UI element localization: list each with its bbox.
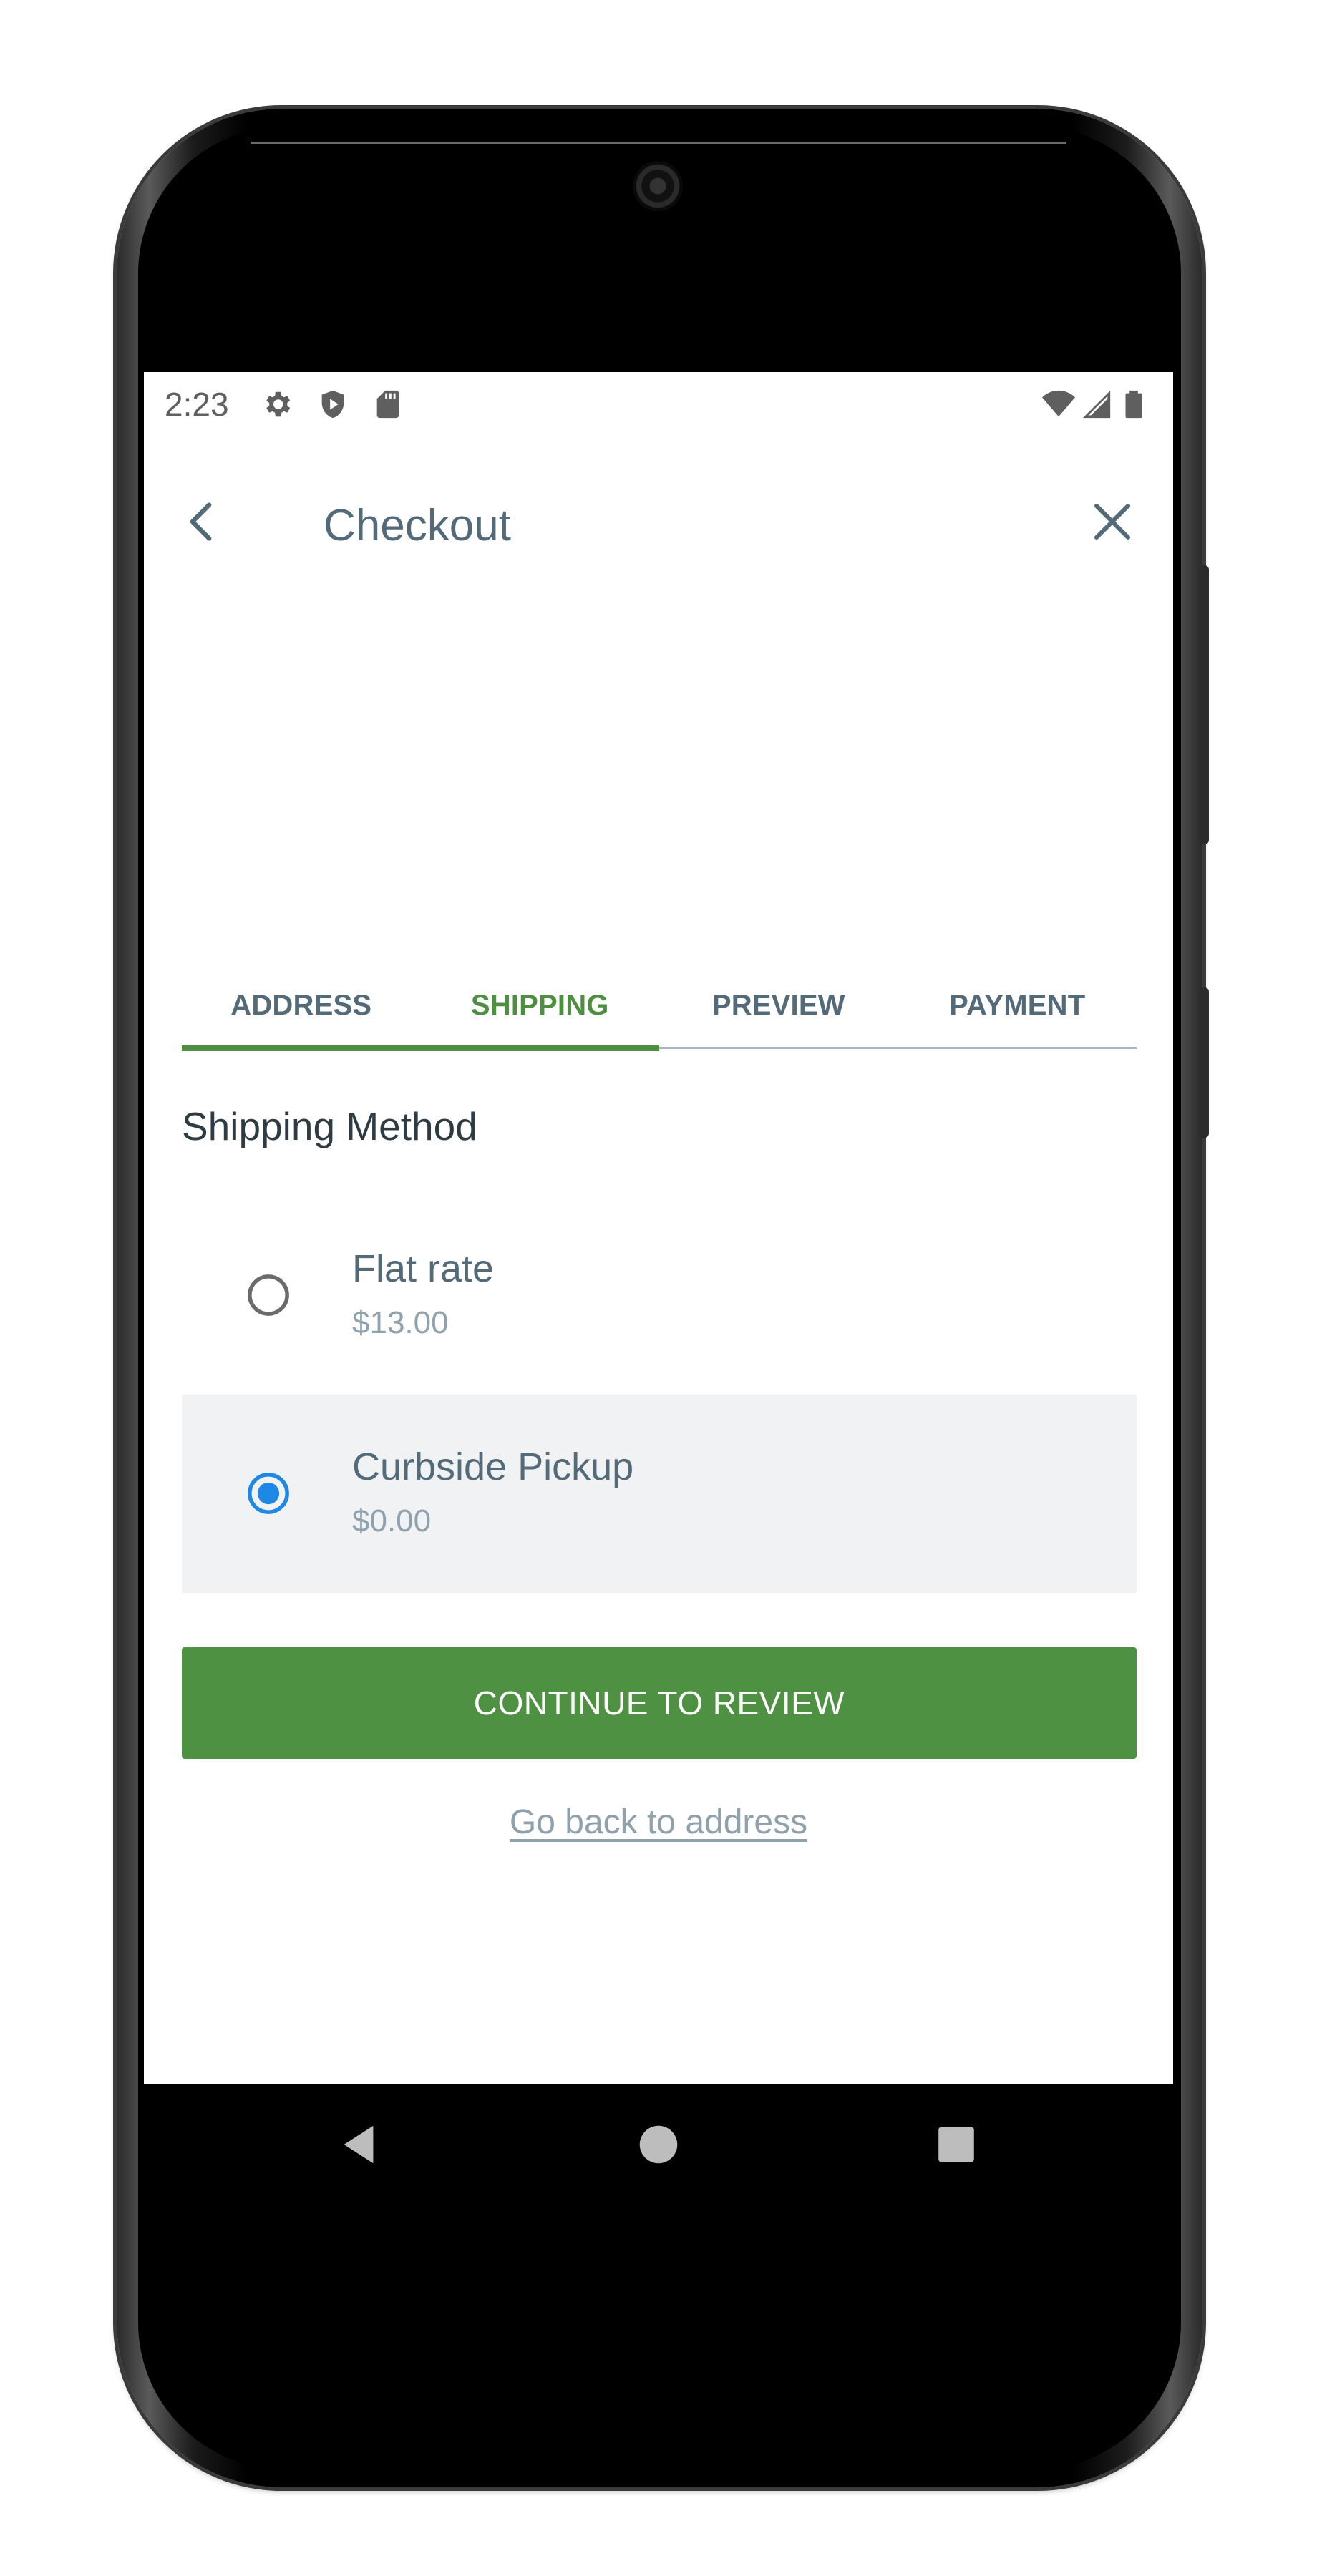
status-bar: 2:23	[144, 372, 1173, 432]
option-price: $0.00	[352, 1503, 432, 1538]
option-price: $13.00	[352, 1305, 449, 1340]
back-button[interactable]	[177, 497, 227, 547]
gear-icon	[261, 388, 293, 421]
status-time: 2:23	[165, 386, 229, 423]
home-circle-icon[interactable]	[633, 2119, 684, 2170]
battery-icon	[1117, 388, 1150, 421]
option-name: Flat rate	[352, 1247, 495, 1290]
shield-icon	[316, 388, 349, 421]
shipping-option-flat-rate[interactable]: Flat rate $13.00	[182, 1196, 1137, 1395]
system-nav-bar	[144, 2084, 1173, 2205]
signal-icon	[1080, 388, 1113, 421]
tab-payment[interactable]: PAYMENT	[898, 959, 1137, 1052]
go-back-to-address-link[interactable]: Go back to address	[144, 1802, 1173, 1842]
page-title: Checkout	[324, 501, 511, 550]
section-title: Shipping Method	[182, 1104, 477, 1148]
option-name: Curbside Pickup	[352, 1445, 634, 1488]
volume-button	[1199, 987, 1209, 1138]
radio-selected-icon[interactable]	[245, 1470, 292, 1517]
chevron-left-icon	[190, 502, 212, 541]
power-button	[1199, 565, 1209, 844]
tab-address[interactable]: ADDRESS	[182, 959, 421, 1052]
go-back-link-label[interactable]: Go back to address	[510, 1803, 807, 1841]
tab-preview[interactable]: PREVIEW	[659, 959, 898, 1052]
close-button[interactable]	[1089, 498, 1136, 545]
front-camera	[633, 161, 683, 211]
app-screen: 2:23 Checkout ADDRESS SHIPPING PREVIEW P…	[144, 372, 1173, 2084]
continue-to-review-button[interactable]: CONTINUE TO REVIEW	[182, 1647, 1137, 1759]
shipping-option-curbside-pickup[interactable]: Curbside Pickup $0.00	[182, 1395, 1137, 1593]
close-icon	[1094, 503, 1131, 540]
radio-unselected-icon[interactable]	[245, 1272, 292, 1319]
back-triangle-icon[interactable]	[334, 2119, 384, 2170]
recents-square-icon[interactable]	[931, 2119, 981, 2170]
app-bar: Checkout	[144, 432, 1173, 604]
sd-card-icon	[371, 388, 404, 421]
wifi-icon	[1042, 388, 1075, 421]
tab-shipping[interactable]: SHIPPING	[421, 959, 660, 1052]
earpiece-line	[251, 142, 1066, 144]
checkout-steps: ADDRESS SHIPPING PREVIEW PAYMENT	[182, 959, 1137, 1052]
